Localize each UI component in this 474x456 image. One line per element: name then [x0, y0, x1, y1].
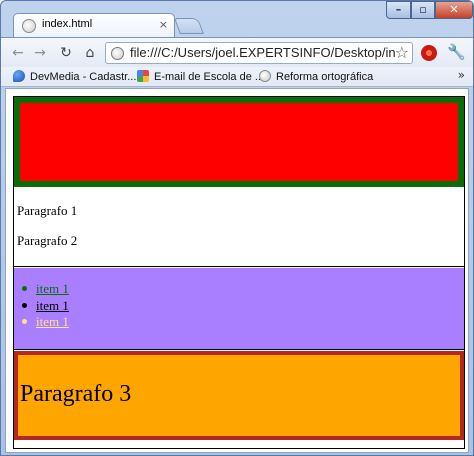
reload-icon[interactable]: ↻ [57, 44, 75, 62]
page-content: Paragrafo 1 Paragrafo 2 item 1 item 1 it… [13, 96, 465, 449]
extension-icon[interactable] [421, 45, 437, 61]
globe-icon [259, 70, 271, 82]
list-item[interactable]: item 1 [22, 314, 69, 330]
wrench-icon[interactable]: 🔧 [447, 43, 466, 61]
new-tab-button[interactable] [174, 18, 204, 34]
tab-index-html[interactable]: index.html × [13, 13, 175, 37]
bookmark-reforma[interactable]: Reforma ortográfica [259, 69, 373, 85]
paragraph-1: Paragrafo 1 [17, 203, 78, 218]
list-item-link[interactable]: item 1 [36, 298, 69, 313]
close-icon: ✕ [449, 3, 459, 16]
bullet-icon [22, 286, 27, 291]
bookmark-email-escola[interactable]: E-mail de Escola de ... [137, 69, 264, 85]
google-icon [137, 70, 149, 82]
back-arrow-icon[interactable]: ← [9, 44, 27, 62]
tab-close-icon[interactable]: × [159, 18, 168, 31]
list-item[interactable]: item 1 [22, 298, 69, 314]
bullet-icon [22, 303, 27, 308]
navigation-toolbar: ← → ↻ ⌂ file:///C:/Users/joel.EXPERTSINF… [1, 37, 473, 67]
bookmark-star-icon[interactable]: ☆ [395, 43, 409, 62]
bookmark-devmedia[interactable]: DevMedia - Cadastr... [13, 69, 136, 85]
footer-section: Paragrafo 3 [14, 351, 464, 440]
list-item[interactable]: item 1 [22, 281, 69, 297]
paragraph-section: Paragrafo 1 Paragrafo 2 [14, 187, 464, 267]
header-section [14, 97, 464, 187]
tab-strip: index.html × – ▫ ✕ [1, 1, 473, 37]
devmedia-icon [13, 70, 25, 82]
maximize-icon: ▫ [419, 3, 427, 16]
forward-arrow-icon[interactable]: → [31, 44, 49, 62]
address-bar[interactable]: file:///C:/Users/joel.EXPERTSINFO/Deskto… [105, 42, 413, 64]
paragraph-2: Paragrafo 2 [17, 233, 78, 248]
page-favicon-icon [22, 19, 36, 33]
list-section: item 1 item 1 item 1 [14, 268, 464, 350]
list-item-link[interactable]: item 1 [36, 314, 69, 329]
maximize-button[interactable]: ▫ [411, 1, 435, 19]
list-item-link[interactable]: item 1 [36, 281, 69, 296]
minimize-button[interactable]: – [386, 1, 411, 19]
bullet-icon [22, 319, 27, 324]
page-viewport: Paragrafo 1 Paragrafo 2 item 1 item 1 it… [5, 88, 469, 453]
page-info-icon[interactable] [111, 47, 124, 60]
bookmark-label: DevMedia - Cadastr... [30, 71, 137, 83]
bookmark-label: Reforma ortográfica [276, 71, 374, 83]
more-bookmarks-icon[interactable]: » [458, 68, 465, 82]
minimize-icon: – [395, 3, 402, 16]
url-text[interactable]: file:///C:/Users/joel.EXPERTSINFO/Deskto… [130, 45, 396, 60]
browser-window: index.html × – ▫ ✕ ← → ↻ ⌂ file:///C:/Us… [0, 0, 474, 456]
tab-title: index.html [42, 18, 93, 30]
close-window-button[interactable]: ✕ [435, 1, 473, 19]
bookmark-label: E-mail de Escola de ... [154, 71, 265, 83]
bookmarks-bar: DevMedia - Cadastr... E-mail de Escola d… [1, 67, 473, 87]
paragraph-3: Paragrafo 3 [20, 381, 132, 407]
home-icon[interactable]: ⌂ [81, 44, 99, 62]
